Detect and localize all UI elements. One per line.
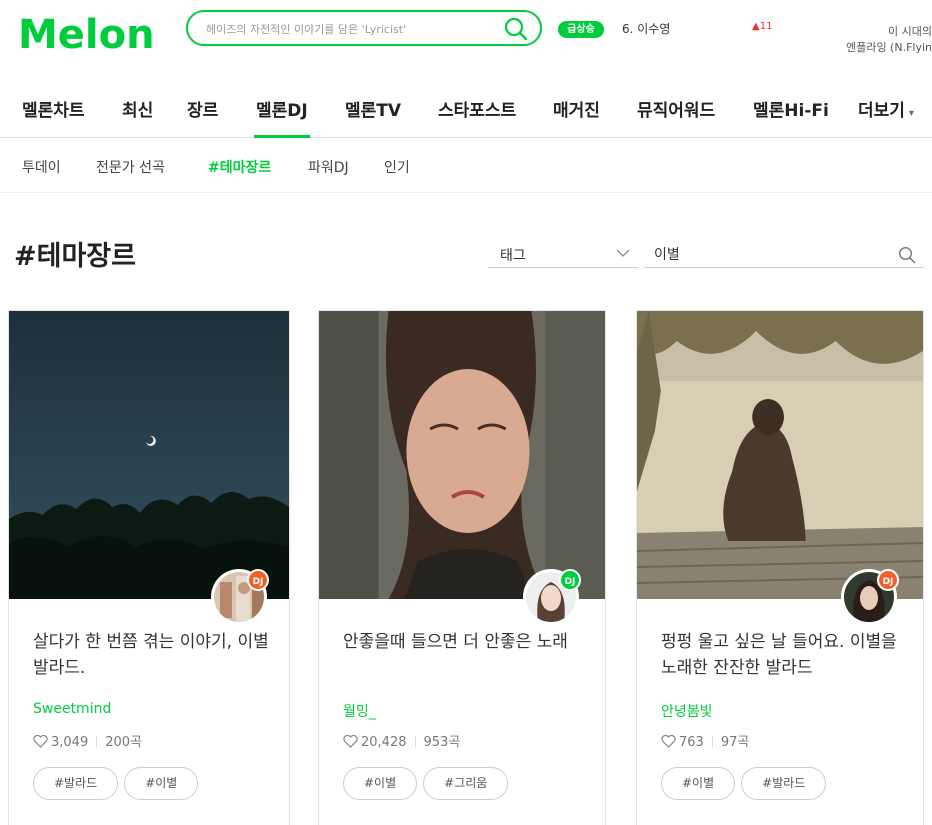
playlist-title[interactable]: 안좋을때 들으면 더 안좋은 노래 — [343, 629, 593, 655]
nav-item-chart[interactable]: 멜론차트 — [22, 96, 85, 121]
playlist-card[interactable]: DJ 안좋을때 들으면 더 안좋은 노래 월밍_ 20,428 953곡 #이별 #… — [318, 310, 606, 825]
subnav-item-expert[interactable]: 전문가 선곡 — [96, 157, 165, 177]
search-bar[interactable]: 헤이즈의 자전적인 이야기를 담은 'Lyricist' — [186, 10, 542, 46]
song-count: 97곡 — [720, 735, 750, 750]
subnav-item-theme-genre[interactable]: #테마장르 — [208, 157, 271, 177]
realtime-rank-item[interactable]: 6. 이수영 — [622, 20, 670, 37]
song-count: 200곡 — [105, 735, 142, 750]
tag-list: #이별 #그리움 — [343, 767, 514, 800]
song-count: 953곡 — [423, 735, 461, 750]
keyword-search — [644, 242, 924, 268]
playlist-card[interactable]: DJ 살다가 한 번쯤 겪는 이야기, 이별 발라드. Sweetmind 3,… — [8, 310, 290, 825]
nav-item-genre[interactable]: 장르 — [187, 96, 218, 121]
chevron-down-icon: ▾ — [908, 108, 914, 119]
sub-nav: 투데이 전문가 선곡 #테마장르 파워DJ 인기 — [0, 139, 932, 193]
melon-logo[interactable]: Melon — [18, 10, 170, 56]
dj-name[interactable]: Sweetmind — [33, 701, 111, 717]
nav-item-melon-tv[interactable]: 멜론TV — [345, 96, 401, 121]
divider — [96, 736, 98, 747]
nav-item-magazine[interactable]: 매거진 — [553, 96, 600, 121]
tag-list: #이별 #발라드 — [661, 767, 832, 800]
tag-select-label: 태그 — [500, 248, 526, 264]
dj-avatar[interactable]: DJ — [211, 569, 269, 625]
dj-badge: DJ — [247, 569, 269, 591]
dj-name[interactable]: 월밍_ — [343, 701, 376, 721]
logo-text: Melon — [18, 12, 155, 56]
dj-name[interactable]: 안녕봄빛 — [661, 701, 713, 721]
main-nav: 멜론차트 최신 장르 멜론DJ 멜론TV 스타포스트 매거진 뮤직어워드 멜론H… — [0, 84, 932, 138]
tag-chip[interactable]: #그리움 — [423, 767, 509, 800]
nav-item-melon-dj[interactable]: 멜론DJ — [254, 96, 310, 138]
subnav-item-today[interactable]: 투데이 — [22, 157, 61, 177]
search-input[interactable]: 헤이즈의 자전적인 이야기를 담은 'Lyricist' — [206, 21, 406, 37]
playlist-thumbnail[interactable] — [637, 311, 923, 599]
tag-chip[interactable]: #발라드 — [741, 767, 827, 800]
dj-avatar[interactable]: DJ — [523, 569, 581, 625]
playlist-thumbnail[interactable] — [319, 311, 605, 599]
page-title: #테마장르 — [14, 241, 136, 272]
keyword-input[interactable] — [654, 244, 874, 264]
like-count: 763 — [679, 735, 704, 750]
promo-text[interactable]: 이 시대의 엔플라잉 (N.Flyin — [812, 24, 932, 56]
like-count: 20,428 — [361, 735, 407, 750]
promo-line-1: 이 시대의 — [888, 25, 932, 38]
playlist-meta: 3,049 200곡 — [33, 731, 142, 750]
divider — [414, 736, 416, 747]
heart-icon[interactable] — [661, 735, 676, 748]
divider — [711, 736, 713, 747]
subnav-item-power-dj[interactable]: 파워DJ — [308, 157, 349, 177]
rank-change-value: 11 — [759, 21, 773, 32]
playlist-thumbnail[interactable] — [9, 311, 289, 599]
tag-chip[interactable]: #이별 — [343, 767, 418, 800]
nav-item-hifi[interactable]: 멜론Hi-Fi — [753, 96, 829, 121]
nav-item-latest[interactable]: 최신 — [122, 96, 153, 121]
tag-chip[interactable]: #이별 — [661, 767, 736, 800]
dj-badge: DJ — [877, 569, 899, 591]
nav-item-starpost[interactable]: 스타포스트 — [438, 96, 516, 121]
chevron-down-icon — [616, 249, 630, 257]
tag-chip[interactable]: #발라드 — [33, 767, 119, 800]
subnav-item-popular[interactable]: 인기 — [384, 157, 410, 177]
dj-avatar[interactable]: DJ — [841, 569, 899, 625]
promo-line-2: 엔플라잉 (N.Flyin — [846, 41, 932, 54]
lake-image — [637, 311, 923, 599]
playlist-title[interactable]: 펑펑 울고 싶은 날 들어요. 이별을 노래한 잔잔한 발라드 — [661, 629, 911, 681]
night-sky-image — [9, 311, 289, 599]
tag-list: #발라드 #이별 — [33, 767, 204, 800]
playlist-card[interactable]: DJ 펑펑 울고 싶은 날 들어요. 이별을 노래한 잔잔한 발라드 안녕봄빛 … — [636, 310, 924, 825]
nav-more-label: 더보기 — [858, 101, 905, 121]
tag-select[interactable]: 태그 — [488, 242, 638, 268]
dj-badge: DJ — [559, 569, 581, 591]
rising-badge: 급상승 — [558, 21, 604, 38]
rank-change: ▲11 — [752, 21, 773, 32]
playlist-title[interactable]: 살다가 한 번쯤 겪는 이야기, 이별 발라드. — [33, 629, 283, 681]
portrait-image — [319, 311, 605, 599]
heart-icon[interactable] — [343, 735, 358, 748]
search-icon[interactable] — [504, 17, 528, 41]
nav-item-more[interactable]: 더보기 ▾ — [858, 96, 914, 121]
tag-chip[interactable]: #이별 — [124, 767, 199, 800]
search-icon[interactable] — [898, 246, 916, 264]
heart-icon[interactable] — [33, 735, 48, 748]
like-count: 3,049 — [51, 735, 89, 750]
nav-item-music-award[interactable]: 뮤직어워드 — [637, 96, 715, 121]
playlist-meta: 763 97곡 — [661, 731, 749, 750]
playlist-meta: 20,428 953곡 — [343, 731, 460, 750]
